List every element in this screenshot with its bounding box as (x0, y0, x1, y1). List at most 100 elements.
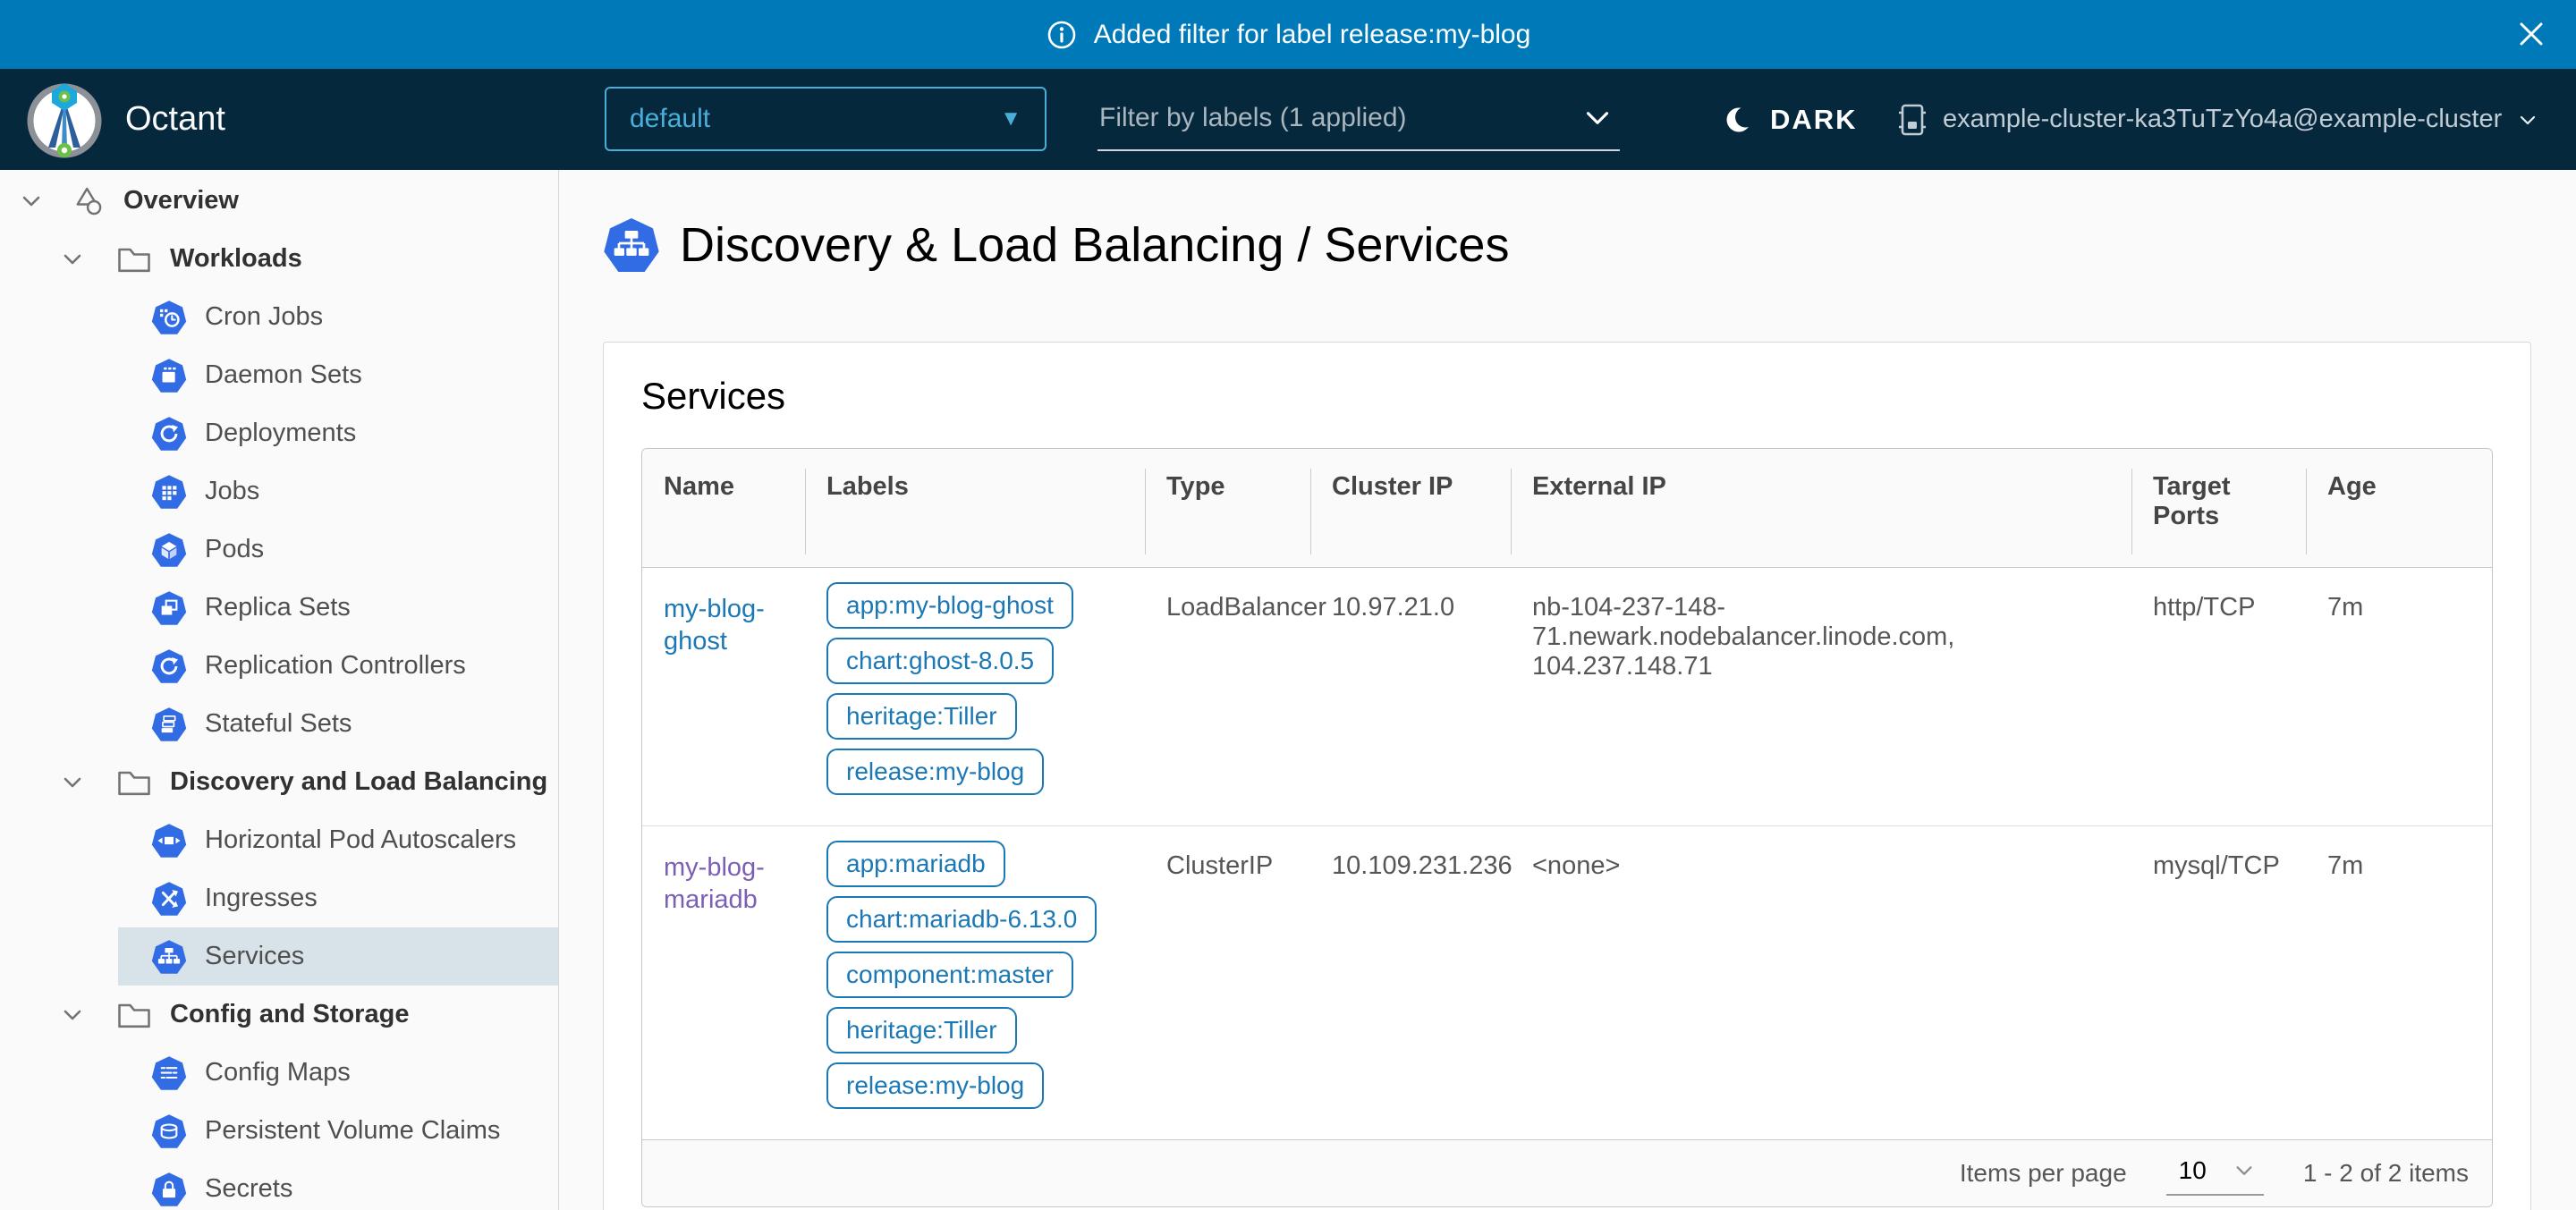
label-pill[interactable]: app:mariadb (826, 841, 1005, 887)
octant-logo-icon (25, 80, 104, 158)
items-per-page-label: Items per page (1960, 1159, 2127, 1188)
jobs-icon (151, 474, 187, 510)
sidebar-item-deployments[interactable]: Deployments (118, 404, 558, 462)
caret-down-icon: ▼ (1000, 106, 1021, 131)
table-row: my-blog-ghost app:my-blog-ghost chart:gh… (642, 568, 2492, 826)
service-link[interactable]: my-blog-mariadb (664, 851, 789, 917)
chevron-down-icon (1582, 103, 1613, 133)
cluster-ip: 10.97.21.0 (1310, 568, 1511, 826)
label-pill[interactable]: release:my-blog (826, 1062, 1044, 1109)
daemon-sets-icon (151, 358, 187, 393)
pvc-icon (151, 1113, 187, 1149)
external-ip: <none> (1511, 826, 2131, 1140)
theme-label: DARK (1770, 104, 1858, 136)
folder-icon (114, 240, 154, 279)
info-icon (1046, 19, 1078, 51)
sidebar-item-cron-jobs[interactable]: Cron Jobs (118, 288, 558, 346)
age: 7m (2306, 568, 2492, 826)
pagination-range: 1 - 2 of 2 items (2303, 1159, 2469, 1188)
label-pill[interactable]: chart:mariadb-6.13.0 (826, 896, 1097, 943)
target-ports: http/TCP (2131, 568, 2306, 826)
chevron-down-icon[interactable] (61, 771, 84, 794)
sidebar-item-ingresses[interactable]: Ingresses (118, 869, 558, 927)
replica-sets-icon (151, 590, 187, 626)
stateful-sets-icon (151, 707, 187, 742)
page-title: Discovery & Load Balancing / Services (603, 216, 2576, 274)
card-title: Services (641, 375, 2493, 418)
main-panel: Discovery & Load Balancing / Services Se… (559, 170, 2576, 1210)
sidebar-item-services[interactable]: Services (118, 927, 558, 986)
target-ports: mysql/TCP (2131, 826, 2306, 1140)
label-pill[interactable]: release:my-blog (826, 749, 1044, 795)
sidebar-item-persistent-volume-claims[interactable]: Persistent Volume Claims (118, 1102, 558, 1160)
sidebar-item-daemon-sets[interactable]: Daemon Sets (118, 346, 558, 404)
app-title: Octant (125, 100, 225, 139)
label-filter-text: Filter by labels (1 applied) (1099, 103, 1407, 133)
cron-jobs-icon (151, 300, 187, 335)
table-row: my-blog-mariadb app:mariadb chart:mariad… (642, 826, 2492, 1140)
alert-banner: Added filter for label release:my-blog (0, 0, 2576, 69)
brand: Octant (25, 80, 225, 158)
namespace-select[interactable]: default ▼ (605, 87, 1046, 151)
sidebar-item-secrets[interactable]: Secrets (118, 1160, 558, 1210)
col-type: Type (1145, 449, 1310, 568)
services-card: Services Name Labels Type Clust (603, 342, 2531, 1210)
chevron-down-icon[interactable] (61, 248, 84, 271)
label-pill[interactable]: chart:ghost-8.0.5 (826, 638, 1054, 684)
sidebar-item-overview[interactable]: Overview (0, 172, 558, 230)
namespace-value: default (630, 104, 710, 134)
content: Overview Workloads Cron Jobs (0, 170, 2576, 1210)
config-maps-icon (151, 1055, 187, 1091)
page-size-select[interactable]: 10 (2166, 1151, 2264, 1196)
services-icon (151, 939, 187, 975)
sidebar-item-pods[interactable]: Pods (118, 520, 558, 579)
service-icon (603, 216, 660, 274)
table-pagination: Items per page 10 1 - 2 of 2 items (642, 1139, 2492, 1206)
objects-icon (70, 182, 107, 220)
folder-icon (114, 995, 154, 1035)
service-type: LoadBalancer (1145, 568, 1310, 826)
chevron-down-icon (2233, 1160, 2255, 1181)
age: 7m (2306, 826, 2492, 1140)
chevron-down-icon[interactable] (61, 1003, 84, 1027)
label-pill[interactable]: app:my-blog-ghost (826, 582, 1073, 629)
table-header-row: Name Labels Type Cluster IP External IP … (642, 449, 2492, 568)
secrets-icon (151, 1172, 187, 1207)
sidebar-nav: Overview Workloads Cron Jobs (0, 170, 559, 1210)
sidebar-section-workloads[interactable]: Workloads (0, 230, 558, 288)
service-link[interactable]: my-blog-ghost (664, 593, 789, 658)
sidebar-item-config-maps[interactable]: Config Maps (118, 1044, 558, 1102)
label-pill[interactable]: heritage:Tiller (826, 1007, 1017, 1053)
moon-icon (1722, 103, 1756, 137)
label-pill[interactable]: heritage:Tiller (826, 693, 1017, 740)
close-icon[interactable] (2513, 16, 2549, 52)
deployments-icon (151, 416, 187, 452)
cluster-context-selector[interactable]: example-cluster-ka3TuTzYo4a@example-clus… (1896, 69, 2539, 170)
folder-icon (114, 763, 154, 802)
sidebar-section-discovery-lb[interactable]: Discovery and Load Balancing (0, 753, 558, 811)
replication-controllers-icon (151, 648, 187, 684)
service-type: ClusterIP (1145, 826, 1310, 1140)
label-pill[interactable]: component:master (826, 952, 1073, 998)
sidebar-item-replication-controllers[interactable]: Replication Controllers (118, 637, 558, 695)
col-external-ip: External IP (1511, 449, 2131, 568)
cluster-ip: 10.109.231.236 (1310, 826, 1511, 1140)
chevron-down-icon[interactable] (20, 190, 43, 213)
octant-app: Added filter for label release:my-blog (0, 0, 2576, 1210)
label-filter-dropdown[interactable]: Filter by labels (1 applied) (1097, 87, 1620, 151)
external-ip: nb-104-237-148-71.newark.nodebalancer.li… (1511, 568, 2131, 826)
sidebar-item-horizontal-pod-autoscalers[interactable]: Horizontal Pod Autoscalers (118, 811, 558, 869)
chevron-down-icon (2516, 108, 2539, 131)
sidebar-item-jobs[interactable]: Jobs (118, 462, 558, 520)
ingresses-icon (151, 881, 187, 917)
services-table: Name Labels Type Cluster IP External IP … (641, 448, 2493, 1207)
col-name: Name (642, 449, 805, 568)
pods-icon (151, 532, 187, 568)
alert-message: Added filter for label release:my-blog (1094, 20, 1531, 50)
dark-theme-toggle[interactable]: DARK (1722, 69, 1858, 170)
col-cluster-ip: Cluster IP (1310, 449, 1511, 568)
sidebar-item-stateful-sets[interactable]: Stateful Sets (118, 695, 558, 753)
sidebar-section-config-storage[interactable]: Config and Storage (0, 986, 558, 1044)
hpa-icon (151, 823, 187, 859)
sidebar-item-replica-sets[interactable]: Replica Sets (118, 579, 558, 637)
